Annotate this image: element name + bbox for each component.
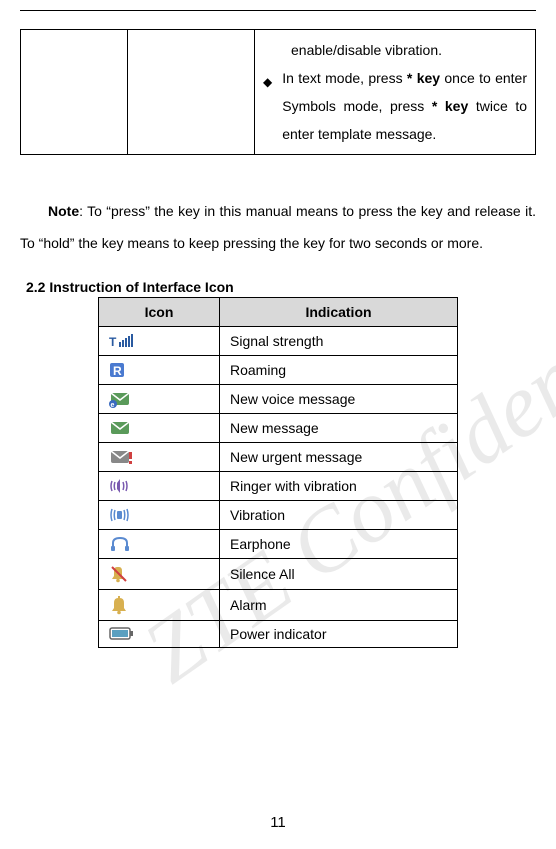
ringer-vibration-icon: [109, 477, 131, 495]
voice-message-icon: e: [109, 390, 133, 408]
power-indicator-icon: [109, 626, 135, 642]
icon-indication-table: Icon Indication T Signal strength: [98, 297, 458, 648]
icon-cell: T: [99, 327, 220, 356]
icon-cell: [99, 472, 220, 501]
icon-cell: R: [99, 356, 220, 385]
table-row: New urgent message: [99, 443, 458, 472]
icon-cell: [99, 590, 220, 621]
indication-cell: New urgent message: [220, 443, 458, 472]
diamond-bullet-icon: ◆: [263, 70, 272, 94]
indication-cell: Signal strength: [220, 327, 458, 356]
silence-all-icon: [109, 564, 131, 584]
new-message-icon: [109, 419, 131, 437]
note-text: : To “press” the key in this manual mean…: [20, 203, 536, 251]
indication-cell: Silence All: [220, 559, 458, 590]
table-row: e New voice message: [99, 385, 458, 414]
top-bullet-line: ◆ In text mode, press * key once to ente…: [263, 64, 527, 148]
icon-cell: [99, 443, 220, 472]
svg-text:T: T: [109, 335, 117, 349]
indication-cell: Power indicator: [220, 621, 458, 648]
table-row: Alarm: [99, 590, 458, 621]
earphone-icon: [109, 535, 131, 553]
note-label: Note: [48, 203, 79, 219]
table-row: Silence All: [99, 559, 458, 590]
icon-cell: [99, 530, 220, 559]
top-line-2: In text mode, press * key once to enter …: [282, 64, 527, 148]
icon-cell: [99, 501, 220, 530]
top-cell-3: enable/disable vibration. ◆ In text mode…: [255, 30, 536, 155]
th-indication: Indication: [220, 298, 458, 327]
indication-cell: New message: [220, 414, 458, 443]
indication-cell: Vibration: [220, 501, 458, 530]
table-row: Earphone: [99, 530, 458, 559]
urgent-message-icon: [109, 448, 135, 466]
section-heading: 2.2 Instruction of Interface Icon: [26, 279, 536, 295]
vibration-icon: [109, 506, 131, 524]
line2-pre: In text mode, press: [282, 70, 407, 86]
line2-key1: * key: [407, 70, 440, 86]
alarm-icon: [109, 595, 131, 615]
page-number: 11: [0, 814, 556, 831]
svg-text:e: e: [111, 402, 115, 408]
top-table: enable/disable vibration. ◆ In text mode…: [20, 29, 536, 155]
top-rule: [20, 10, 536, 11]
indication-cell: Ringer with vibration: [220, 472, 458, 501]
table-row: Power indicator: [99, 621, 458, 648]
signal-strength-icon: T: [109, 332, 137, 350]
svg-text:R: R: [113, 364, 122, 378]
table-row: New message: [99, 414, 458, 443]
indication-cell: Alarm: [220, 590, 458, 621]
th-icon: Icon: [99, 298, 220, 327]
note-paragraph: Note: To “press” the key in this manual …: [20, 195, 536, 259]
icon-cell: [99, 414, 220, 443]
table-row: Ringer with vibration: [99, 472, 458, 501]
top-cell-1: [21, 30, 128, 155]
icon-cell: e: [99, 385, 220, 414]
table-row: Vibration: [99, 501, 458, 530]
top-line-1: enable/disable vibration.: [263, 36, 527, 64]
line2-key2: * key: [432, 98, 468, 114]
icon-cell: [99, 621, 220, 648]
top-cell-2: [128, 30, 255, 155]
table-header-row: Icon Indication: [99, 298, 458, 327]
indication-cell: Roaming: [220, 356, 458, 385]
roaming-icon: R: [109, 361, 129, 379]
indication-cell: Earphone: [220, 530, 458, 559]
table-row: R Roaming: [99, 356, 458, 385]
indication-cell: New voice message: [220, 385, 458, 414]
icon-cell: [99, 559, 220, 590]
table-row: T Signal strength: [99, 327, 458, 356]
